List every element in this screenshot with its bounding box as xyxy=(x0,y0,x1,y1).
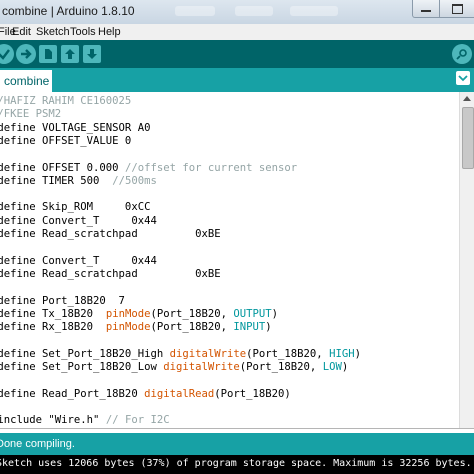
toolbar xyxy=(0,40,474,68)
code-token: OUTPUT xyxy=(233,307,272,320)
code-line: #include "Wire.h" // For I2C xyxy=(0,413,170,427)
code-line: #define Read_Port_18B20 digitalRead(Port… xyxy=(0,387,291,401)
open-icon xyxy=(65,49,75,59)
code-token: (Port_18B20, xyxy=(246,347,330,360)
tab-bar: combine xyxy=(0,68,474,92)
code-token: #define OFFSET_VALUE 0 xyxy=(0,134,132,147)
code-line: //FKEE PSM2 xyxy=(0,107,61,121)
editor-scrollbar[interactable] xyxy=(459,92,474,428)
menu-tools[interactable]: Tools xyxy=(70,26,96,38)
tab-menu-button[interactable] xyxy=(456,71,470,85)
code-token: (Port_18B20, xyxy=(150,321,234,334)
code-line: #define Read_scratchpad 0xBE xyxy=(0,267,221,281)
code-token: #define Convert_T 0x44 xyxy=(0,214,157,227)
new-icon xyxy=(45,49,52,59)
code-line: #define Convert_T 0x44 xyxy=(0,254,157,268)
code-token: digitalWrite xyxy=(163,361,240,373)
minimize-button[interactable] xyxy=(412,0,440,18)
code-token: ) xyxy=(341,361,349,373)
code-line: #define Skip_ROM 0xCC xyxy=(0,200,150,214)
code-line: #define Rx_18B20 pinMode(Port_18B20, INP… xyxy=(0,320,272,334)
code-token: #define Tx_18B20 xyxy=(0,307,106,320)
code-token: ) xyxy=(354,347,361,360)
code-token: //FKEE PSM2 xyxy=(0,108,62,121)
code-token: #define VOLTAGE_SENSOR A0 xyxy=(0,121,151,134)
menu-sketch[interactable]: Sketch xyxy=(36,26,70,38)
code-token: //offset for current sensor xyxy=(124,161,298,174)
tab-combine[interactable]: combine xyxy=(0,70,52,92)
blurred-taskbar-item xyxy=(235,6,273,16)
serial-monitor-icon xyxy=(456,49,467,60)
save-icon xyxy=(87,49,97,59)
code-token: #define Read_scratchpad 0xBE xyxy=(0,228,221,240)
code-line: #define OFFSET 0.000 //offset for curren… xyxy=(0,161,297,175)
scrollbar-thumb[interactable] xyxy=(462,107,474,169)
title-bar: combine | Arduino 1.8.10 xyxy=(0,0,474,25)
console-line: Sketch uses 12066 bytes (37%) of program… xyxy=(0,458,472,469)
upload-button[interactable] xyxy=(16,44,36,64)
window-title: combine | Arduino 1.8.10 xyxy=(2,4,135,18)
code-line: //HAFIZ RAHIM CE160025 xyxy=(0,94,131,108)
code-line: #define TIMER 500 //500ms xyxy=(0,174,157,188)
code-token: pinMode xyxy=(105,321,151,334)
open-button[interactable] xyxy=(61,45,79,63)
code-line: #define Port_18B20 7 xyxy=(0,294,125,308)
code-token: ) xyxy=(265,321,272,334)
code-token: #define TIMER 500 xyxy=(0,174,113,187)
code-line: #define Convert_T 0x44 xyxy=(0,214,157,228)
code-token: #define OFFSET 0.000 xyxy=(0,161,125,174)
code-line: #define OFFSET_VALUE 0 xyxy=(0,134,131,148)
save-button[interactable] xyxy=(83,45,101,63)
code-token: (Port_18B20, xyxy=(239,361,323,373)
upload-icon xyxy=(21,49,32,59)
code-token: INPUT xyxy=(233,321,266,334)
menu-help[interactable]: Help xyxy=(98,26,121,38)
code-token: //500ms xyxy=(112,174,157,187)
console-output: Sketch uses 12066 bytes (37%) of program… xyxy=(0,455,474,474)
blurred-taskbar-item xyxy=(175,6,215,16)
code-token: #include "Wire.h" xyxy=(0,414,106,427)
code-token: digitalWrite xyxy=(169,347,247,360)
maximize-button[interactable] xyxy=(439,0,474,18)
code-token: // For I2C xyxy=(105,414,170,427)
code-line: #define Tx_18B20 pinMode(Port_18B20, OUT… xyxy=(0,307,278,321)
chevron-down-icon xyxy=(458,75,468,82)
code-token: LOW xyxy=(322,361,342,373)
code-editor[interactable]: //HAFIZ RAHIM CE160025//FKEE PSM2#define… xyxy=(0,92,459,428)
code-line: #define VOLTAGE_SENSOR A0 xyxy=(0,121,150,135)
serial-monitor-button[interactable] xyxy=(452,44,472,64)
code-line: #define Set_Port_18B20_High digitalWrite… xyxy=(0,347,361,361)
code-token: #define Read_scratchpad 0xBE xyxy=(0,267,221,280)
code-token: #define Port_18B20 7 xyxy=(0,294,125,307)
code-token: (Port_18B20) xyxy=(214,387,291,400)
code-token: digitalRead xyxy=(144,387,215,400)
blurred-taskbar-item xyxy=(290,6,338,16)
code-token: #define Set_Port_18B20_Low xyxy=(0,361,164,373)
code-line: #define Set_Port_18B20_Low digitalWrite(… xyxy=(0,360,348,374)
verify-button[interactable] xyxy=(0,44,14,64)
verify-icon xyxy=(0,49,10,60)
scroll-up-arrow-icon[interactable] xyxy=(463,96,471,101)
new-button[interactable] xyxy=(39,45,57,63)
code-token: #define Read_Port_18B20 xyxy=(0,387,145,400)
code-token: (Port_18B20, xyxy=(150,307,234,320)
code-token: HIGH xyxy=(329,347,355,360)
tab-label: combine xyxy=(4,74,50,88)
code-token: #define Rx_18B20 xyxy=(0,321,106,334)
code-token: pinMode xyxy=(105,307,151,320)
menu-bar: File Edit Sketch Tools Help xyxy=(0,24,474,40)
code-token: #define Convert_T 0x44 xyxy=(0,254,157,267)
code-token: #define Skip_ROM 0xCC xyxy=(0,201,151,214)
status-message: Done compiling. xyxy=(0,438,75,450)
code-token: ) xyxy=(271,307,279,320)
menu-edit[interactable]: Edit xyxy=(12,26,31,38)
code-line: #define Read_scratchpad 0xBE xyxy=(0,227,221,241)
code-token: #define Set_Port_18B20_High xyxy=(0,347,170,360)
code-token: //HAFIZ RAHIM CE160025 xyxy=(0,95,132,107)
status-bar: Done compiling. xyxy=(0,433,474,455)
